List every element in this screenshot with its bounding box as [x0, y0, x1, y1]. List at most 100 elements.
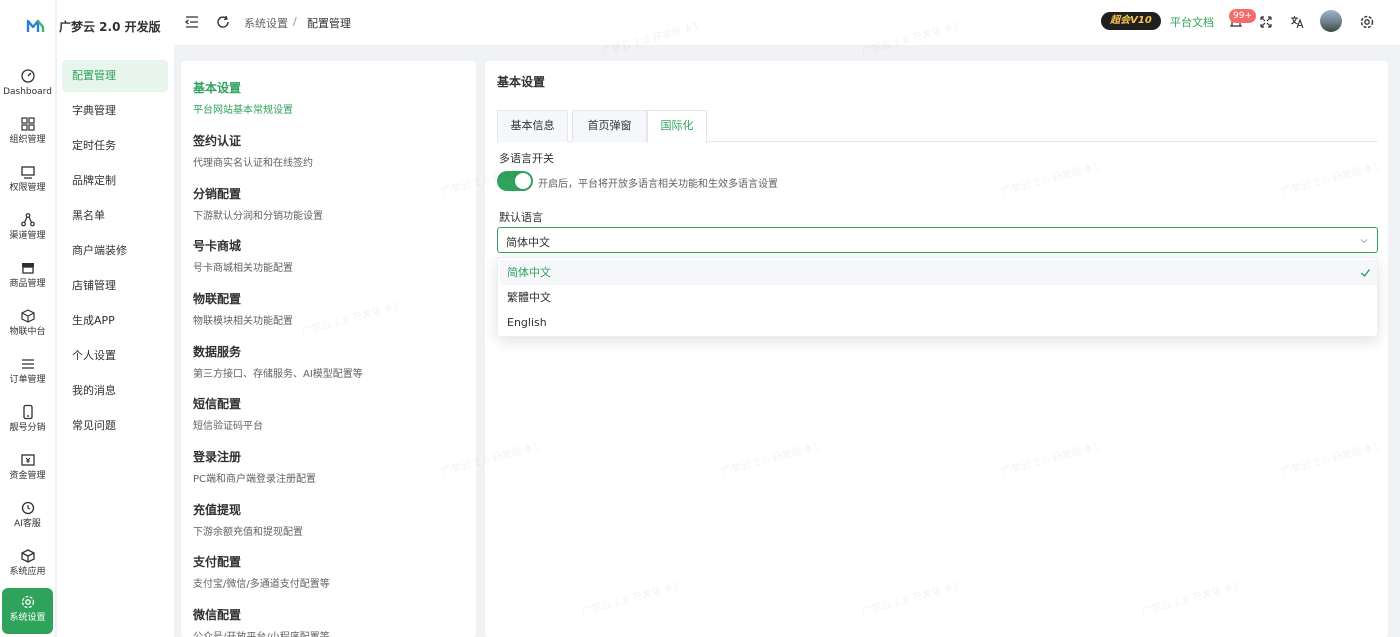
entry-title: 号卡商城: [193, 239, 242, 253]
submenu-item-brand[interactable]: 品牌定制: [62, 165, 168, 197]
multilang-hint: 开启后，平台将开放多语言相关功能和生效多语言设置: [538, 179, 778, 190]
lang-option[interactable]: 繁體中文: [500, 285, 1377, 310]
rail-item-finance[interactable]: 资金管理: [2, 446, 53, 492]
option-label: English: [507, 316, 547, 329]
phone-icon: [22, 404, 33, 420]
settings-entry-sms[interactable]: 短信配置 短信验证码平台: [193, 395, 463, 432]
settings-entry-distribution[interactable]: 分销配置 下游默认分润和分销功能设置: [193, 185, 463, 222]
box-icon: [20, 549, 35, 563]
chat-icon: [21, 501, 34, 515]
submenu-item-merchant-decor[interactable]: 商户端装修: [62, 235, 168, 267]
lang-dropdown: 简体中文 繁體中文 English: [497, 257, 1378, 337]
option-label: 繁體中文: [507, 291, 551, 304]
share-icon: [20, 213, 35, 227]
submenu-item-config[interactable]: 配置管理: [62, 60, 168, 92]
entry-title: 签约认证: [193, 134, 242, 148]
submenu-item-blacklist[interactable]: 黑名单: [62, 200, 168, 232]
tab-basic-info[interactable]: 基本信息: [497, 110, 568, 142]
rail-item-org[interactable]: 组织管理: [2, 110, 53, 156]
rail-item-iot[interactable]: 物联中台: [2, 302, 53, 348]
settings-entry-iot[interactable]: 物联配置 物联模块相关功能配置: [193, 290, 463, 327]
monitor-icon: [20, 166, 35, 179]
rail-item-label: 组织管理: [9, 135, 46, 145]
logo-icon: [26, 19, 45, 32]
rail-item-settings[interactable]: 系统设置: [2, 588, 53, 634]
rail-item-apps[interactable]: 系统应用: [2, 542, 53, 588]
rail-item-dashboard[interactable]: Dashboard: [2, 62, 53, 108]
settings-category-list: 基本设置 平台网站基本常规设置 签约认证 代理商实名认证和在线签约 分销配置 下…: [181, 61, 476, 637]
gear-icon: [21, 595, 34, 609]
lang-option[interactable]: English: [500, 310, 1377, 335]
entry-desc: 第三方接口、存储服务、AI模型配置等: [193, 369, 363, 380]
breadcrumb-separator: /: [293, 15, 297, 28]
lang-option[interactable]: 简体中文: [500, 260, 1377, 285]
rail-item-label: 系统设置: [9, 613, 46, 623]
rail-item-goods[interactable]: 商品管理: [2, 254, 53, 300]
rail-item-label: 订单管理: [9, 375, 46, 385]
user-avatar[interactable]: [1320, 10, 1342, 32]
entry-title: 数据服务: [193, 345, 242, 359]
entry-title: 登录注册: [193, 450, 242, 464]
chevron-down-icon: [1360, 239, 1368, 244]
entry-title: 微信配置: [193, 608, 242, 622]
panel-title: 基本设置: [497, 75, 546, 89]
settings-entry-data[interactable]: 数据服务 第三方接口、存储服务、AI模型配置等: [193, 343, 463, 380]
refresh-icon[interactable]: [215, 14, 231, 30]
submenu-item-shop[interactable]: 店铺管理: [62, 270, 168, 302]
settings-entry-card-mall[interactable]: 号卡商城 号卡商城相关功能配置: [193, 237, 463, 274]
entry-title: 短信配置: [193, 397, 242, 411]
platform-docs-link[interactable]: 平台文档: [1170, 14, 1214, 30]
entry-desc: PC端和商户端登录注册配置: [193, 474, 317, 485]
submenu-item-faq[interactable]: 常见问题: [62, 410, 168, 442]
submenu: 配置管理 字典管理 定时任务 品牌定制 黑名单 商户端装修 店铺管理 生成APP…: [57, 46, 174, 637]
tab-home-popup[interactable]: 首页弹窗: [572, 110, 647, 142]
entry-desc: 公众号/开放平台/小程序配置等: [193, 628, 463, 637]
settings-gear-icon[interactable]: [1359, 14, 1375, 30]
submenu-item-messages[interactable]: 我的消息: [62, 375, 168, 407]
entry-desc: 下游默认分润和分销功能设置: [193, 211, 323, 222]
rail-item-label: 渠道管理: [9, 231, 46, 241]
multilang-switch[interactable]: [497, 171, 533, 191]
page-scrollbar[interactable]: [1393, 46, 1400, 637]
settings-entry-recharge[interactable]: 充值提现 下游余额充值和提现配置: [193, 501, 463, 538]
translate-icon[interactable]: [1289, 14, 1305, 30]
icon-rail: Dashboard 组织管理 权限管理 渠道管理 商品管理 物联中台 订单管理 …: [0, 0, 56, 637]
entry-desc: 平台网站基本常规设置: [193, 105, 293, 116]
rail-item-order[interactable]: 订单管理: [2, 350, 53, 396]
collapse-menu-icon[interactable]: [184, 14, 200, 30]
submenu-item-dict[interactable]: 字典管理: [62, 95, 168, 127]
submenu-item-cron[interactable]: 定时任务: [62, 130, 168, 162]
rail-item-channel[interactable]: 渠道管理: [2, 206, 53, 252]
settings-entry-basic[interactable]: 基本设置 平台网站基本常规设置: [193, 79, 463, 116]
settings-entry-sign[interactable]: 签约认证 代理商实名认证和在线签约: [193, 132, 463, 169]
default-lang-select[interactable]: 简体中文: [497, 227, 1378, 253]
breadcrumb-current: 配置管理: [307, 17, 351, 30]
rail-item-label: 商品管理: [9, 279, 46, 289]
entry-desc: 物联模块相关功能配置: [193, 316, 293, 327]
check-icon: [1361, 269, 1371, 278]
rail-item-label: AI客服: [14, 519, 41, 529]
entry-title: 分销配置: [193, 187, 242, 201]
settings-entry-payment[interactable]: 支付配置 支付宝/微信/多通道支付配置等: [193, 553, 463, 590]
rail-item-label: 资金管理: [9, 471, 46, 481]
rail-item-label: 物联中台: [9, 327, 46, 337]
multilang-label: 多语言开关: [499, 152, 554, 165]
select-value: 简体中文: [506, 236, 550, 249]
rail-item-number[interactable]: 靓号分销: [2, 398, 53, 444]
wallet-icon: [20, 454, 35, 466]
submenu-item-profile[interactable]: 个人设置: [62, 340, 168, 372]
rail-item-label: Dashboard: [3, 87, 52, 97]
rail-item-permission[interactable]: 权限管理: [2, 158, 53, 204]
rail-item-label: 靓号分销: [9, 423, 46, 433]
settings-entry-wechat[interactable]: 微信配置 公众号/开放平台/小程序配置等: [193, 606, 463, 637]
submenu-item-app[interactable]: 生成APP: [62, 305, 168, 337]
grid-icon: [20, 117, 35, 131]
breadcrumb-parent[interactable]: 系统设置: [244, 15, 288, 31]
list-icon: [21, 359, 34, 369]
settings-entry-login[interactable]: 登录注册 PC端和商户端登录注册配置: [193, 448, 463, 485]
vip-badge[interactable]: 超会V10: [1101, 12, 1161, 30]
brand: 广梦云 2.0 开发版: [57, 0, 174, 46]
rail-item-ai[interactable]: AI客服: [2, 494, 53, 540]
fullscreen-icon[interactable]: [1258, 14, 1274, 30]
tab-i18n[interactable]: 国际化: [647, 110, 707, 143]
